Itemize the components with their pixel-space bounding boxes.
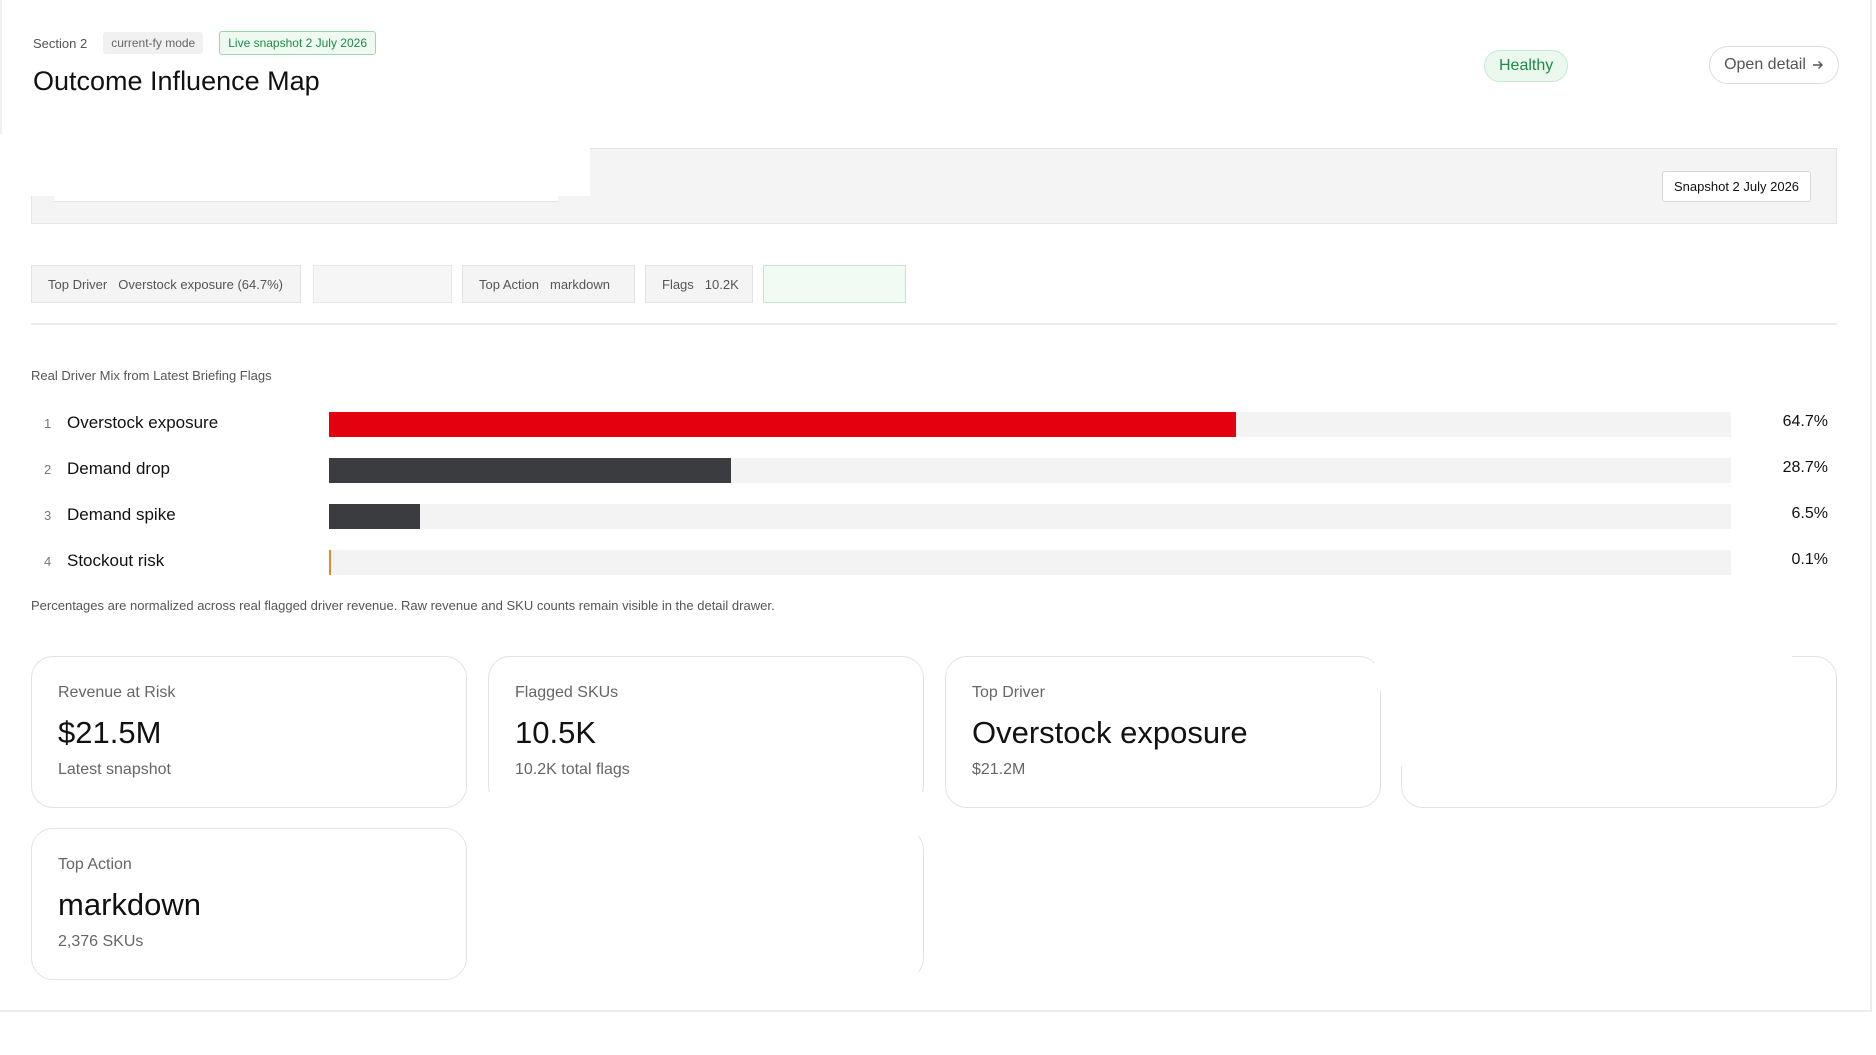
- snapshot-badge: Snapshot 2 July 2026: [1662, 171, 1812, 202]
- driver-row: 3 Demand spike 6.5%: [0, 502, 1876, 530]
- card-value: Overstock exposure: [972, 715, 1248, 750]
- driver-percent: 28.7%: [1782, 459, 1828, 476]
- chip-top-driver: Top Driver Overstock exposure (64.7%): [31, 265, 301, 303]
- chip-label: Top Driver: [48, 276, 108, 292]
- driver-row: 1 Overstock exposure 64.7%: [0, 410, 1876, 438]
- card-sub: 2,376 SKUs: [58, 933, 144, 950]
- header-tags: Section 2 current-fy mode Live snapshot …: [33, 31, 376, 55]
- card-value: $21.5M: [58, 715, 162, 750]
- driver-bar-track: [329, 504, 1731, 529]
- driver-name: Overstock exposure: [67, 413, 219, 432]
- page-title: Outcome Influence Map: [33, 66, 320, 96]
- open-detail-button[interactable]: Open detail: [1709, 46, 1839, 84]
- chip-top-action: Top Action markdown: [462, 265, 635, 303]
- chip-value: 10.2K: [704, 276, 739, 292]
- chip-value: markdown: [550, 276, 610, 292]
- render-gap: [478, 820, 918, 990]
- driver-rank: 2: [44, 462, 52, 477]
- chip-label: Flags: [662, 276, 694, 292]
- open-detail-label: Open detail: [1724, 56, 1806, 73]
- driver-percent: 64.7%: [1782, 413, 1828, 430]
- driver-rank: 1: [44, 416, 52, 431]
- card-label: Top Driver: [972, 684, 1045, 701]
- chip-flags: Flags 10.2K: [645, 265, 753, 303]
- driver-bar: [329, 504, 421, 529]
- live-snapshot-chip: Live snapshot 2 July 2026: [219, 31, 376, 55]
- divider: [31, 323, 1837, 325]
- driver-name: Stockout risk: [67, 551, 165, 570]
- arrow-right-icon: [1812, 61, 1823, 69]
- chip-value: Overstock exposure (64.7%): [118, 276, 283, 292]
- render-gap: [478, 792, 938, 812]
- render-gap: [1375, 650, 1405, 690]
- card-label: Revenue at Risk: [58, 684, 176, 701]
- driver-bar: [329, 550, 331, 575]
- card-sub: $21.2M: [972, 761, 1026, 778]
- driver-bar-track: [329, 458, 1731, 483]
- snapshot-input[interactable]: [54, 172, 558, 202]
- panel-edge: [0, 0, 2, 134]
- kpi-card-top-action[interactable]: Top Action markdown 2,376 SKUs: [31, 828, 467, 980]
- section-label: Section 2: [33, 35, 88, 51]
- driver-bar-track: [329, 550, 1731, 575]
- driver-rank: 4: [44, 554, 52, 569]
- mode-chip: current-fy mode: [103, 32, 204, 54]
- driver-bar-track: [329, 412, 1731, 437]
- card-sub: Latest snapshot: [58, 761, 171, 778]
- kpi-card-top-driver[interactable]: Top Driver Overstock exposure $21.2M: [945, 656, 1381, 808]
- driver-row: 4 Stockout risk 0.1%: [0, 548, 1876, 576]
- driver-percent: 0.1%: [1791, 551, 1828, 568]
- driver-bar: [329, 458, 732, 483]
- chart-title: Real Driver Mix from Latest Briefing Fla…: [31, 368, 272, 383]
- driver-bar: [329, 412, 1237, 437]
- kpi-card-flagged-skus[interactable]: Flagged SKUs 10.5K 10.2K total flags: [488, 656, 924, 808]
- card-label: Flagged SKUs: [515, 684, 619, 701]
- driver-row: 2 Demand drop 28.7%: [0, 456, 1876, 484]
- driver-rank: 3: [44, 508, 52, 523]
- render-gap: [1382, 650, 1792, 766]
- driver-name: Demand drop: [67, 459, 171, 478]
- driver-name: Demand spike: [67, 505, 176, 524]
- kpi-card-revenue-at-risk[interactable]: Revenue at Risk $21.5M Latest snapshot: [31, 656, 467, 808]
- card-value: markdown: [58, 887, 201, 922]
- chip-label: Top Action: [479, 276, 539, 292]
- card-value: 10.5K: [515, 715, 597, 750]
- chart-footnote: Percentages are normalized across real f…: [31, 598, 775, 613]
- chip-placeholder: [313, 265, 452, 303]
- driver-percent: 6.5%: [1791, 505, 1828, 522]
- chip-placeholder-green: [763, 265, 906, 303]
- card-sub: 10.2K total flags: [515, 761, 630, 778]
- card-label: Top Action: [58, 856, 132, 873]
- status-badge: Healthy: [1484, 50, 1569, 82]
